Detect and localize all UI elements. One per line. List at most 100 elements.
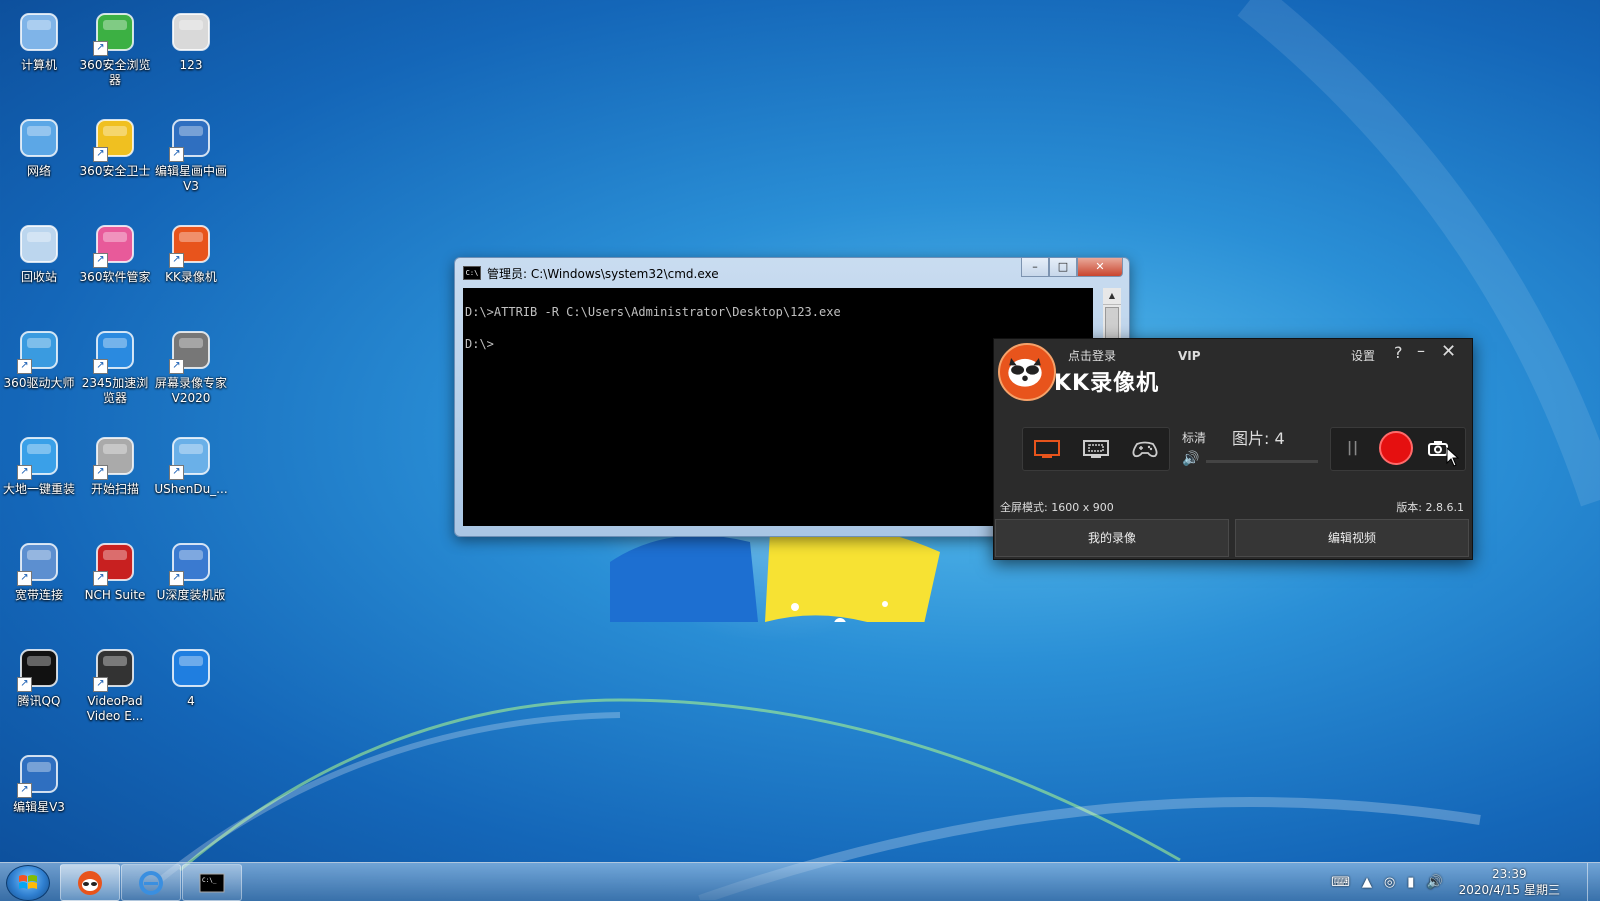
volume-icon[interactable]: 🔊: [1182, 451, 1199, 467]
desktop-icon-label: 编辑星画中画V3: [154, 164, 227, 193]
desktop-icon[interactable]: 网络: [0, 110, 78, 179]
keyboard-icon[interactable]: ⌨: [1331, 875, 1350, 890]
desktop-icon[interactable]: ↗ 360安全卫士: [76, 110, 154, 179]
edit-video-button[interactable]: 编辑视频: [1235, 519, 1469, 557]
desktop-icon-label: 网络: [26, 164, 51, 178]
clock[interactable]: 23:39 2020/4/15 星期三: [1459, 866, 1560, 898]
tray-expand-icon[interactable]: ▲: [1362, 875, 1372, 890]
taskbar-kk-recorder[interactable]: [60, 864, 120, 901]
shortcut-arrow-icon: ↗: [169, 359, 184, 374]
taskbar-ie[interactable]: [121, 864, 181, 901]
desktop-icon-label: 宽带连接: [14, 588, 63, 602]
ushendu-icon: ↗: [167, 432, 215, 480]
desktop-icon[interactable]: ↗ 屏幕录像专家V2020: [152, 322, 230, 406]
desktop-icon-label: NCH Suite: [84, 588, 146, 602]
desktop-icon[interactable]: 计算机: [0, 4, 78, 73]
desktop-icon-label: 360安全浏览器: [79, 58, 151, 87]
videopad-icon: ↗: [91, 644, 139, 692]
desktop-icon[interactable]: ↗ 编辑星画中画V3: [152, 110, 230, 194]
signal-icon[interactable]: ▮: [1407, 875, 1414, 890]
minimize-button[interactable]: –: [1021, 258, 1049, 277]
start-button[interactable]: [6, 865, 50, 901]
game-mode-icon[interactable]: [1130, 437, 1160, 461]
desktop-icon[interactable]: 123: [152, 4, 230, 73]
minimize-icon[interactable]: –: [1417, 341, 1425, 360]
taskbar-cmd[interactable]: C:\_: [182, 864, 242, 901]
network-tray-icon[interactable]: ◎: [1384, 875, 1395, 890]
desktop-icon[interactable]: ↗ NCH Suite: [76, 534, 154, 603]
clock-time: 23:39: [1492, 867, 1527, 881]
scroll-up-icon[interactable]: ▲: [1103, 288, 1121, 305]
help-button[interactable]: ?: [1394, 343, 1403, 362]
shortcut-arrow-icon: ↗: [17, 677, 32, 692]
shortcut-arrow-icon: ↗: [93, 571, 108, 586]
security-360-icon: ↗: [91, 114, 139, 162]
region-mode-icon[interactable]: [1081, 437, 1111, 461]
cmd-titlebar[interactable]: C:\ 管理员: C:\Windows\system32\cmd.exe: [463, 264, 719, 282]
network-icon: [15, 114, 63, 162]
desktop-icon-label: 大地一键重装: [2, 482, 75, 496]
desktop-icon[interactable]: ↗ 大地一键重装: [0, 428, 78, 497]
desktop-icon[interactable]: ↗ VideoPad Video E...: [76, 640, 154, 724]
shortcut-arrow-icon: ↗: [169, 465, 184, 480]
quality-selector[interactable]: 标清: [1182, 429, 1206, 446]
shortcut-arrow-icon: ↗: [93, 359, 108, 374]
desktop-icon[interactable]: ↗ UShenDu_...: [152, 428, 230, 497]
vip-badge[interactable]: VIP: [1178, 349, 1201, 363]
shortcut-arrow-icon: ↗: [169, 147, 184, 162]
cmd-taskbar-icon: C:\_: [199, 873, 225, 893]
desktop-icon[interactable]: ↗ 腾讯QQ: [0, 640, 78, 709]
desktop-icon-label: UShenDu_...: [154, 482, 228, 496]
system-tray: ⌨ ▲ ◎ ▮ 🔊 23:39 2020/4/15 星期三: [1325, 863, 1600, 901]
desktop-icon[interactable]: 回收站: [0, 216, 78, 285]
shortcut-arrow-icon: ↗: [169, 571, 184, 586]
version-text: 版本: 2.8.6.1: [1396, 501, 1464, 514]
ie-browser-icon: [139, 871, 163, 895]
settings-button[interactable]: 设置: [1351, 347, 1375, 364]
pause-icon[interactable]: | |: [1347, 440, 1358, 456]
show-desktop-button[interactable]: [1587, 863, 1600, 901]
desktop-icon[interactable]: ↗ 360安全浏览器: [76, 4, 154, 88]
desktop-icon[interactable]: ↗ U深度装机版: [152, 534, 230, 603]
console-line: D:\>ATTRIB -R C:\Users\Administrator\Des…: [465, 305, 841, 319]
desktop-icon-label: U深度装机版: [156, 588, 226, 602]
cmd-title-text: 管理员: C:\Windows\system32\cmd.exe: [487, 266, 719, 281]
desktop-icon-label: 开始扫描: [90, 482, 139, 496]
volume-slider[interactable]: [1206, 460, 1318, 463]
my-recordings-button[interactable]: 我的录像: [995, 519, 1229, 557]
browser-2345-icon: ↗: [91, 326, 139, 374]
desktop-icon-label: 编辑星V3: [13, 800, 65, 814]
desktop-icon[interactable]: 4: [152, 640, 230, 709]
desktop-icon-label: 360安全卫士: [79, 164, 151, 178]
capture-mode-group: [1022, 427, 1170, 471]
login-link[interactable]: 点击登录: [1068, 347, 1116, 364]
close-button[interactable]: ✕: [1077, 258, 1123, 277]
desktop-icon[interactable]: ↗ KK录像机: [152, 216, 230, 285]
desktop-icon[interactable]: ↗ 宽带连接: [0, 534, 78, 603]
maximize-button[interactable]: □: [1049, 258, 1077, 277]
shortcut-arrow-icon: ↗: [93, 677, 108, 692]
desktop-icon[interactable]: ↗ 360驱动大师: [0, 322, 78, 391]
kk-logo-icon: [998, 343, 1056, 401]
fullscreen-mode-icon[interactable]: [1032, 437, 1062, 461]
scan-icon: ↗: [91, 432, 139, 480]
desktop-icon[interactable]: ↗ 编辑星V3: [0, 746, 78, 815]
record-button[interactable]: [1379, 431, 1413, 465]
desktop-icon[interactable]: ↗ 开始扫描: [76, 428, 154, 497]
mouse-cursor-icon: [1446, 447, 1460, 467]
speaker-icon[interactable]: 🔊: [1426, 875, 1442, 890]
computer-icon: [15, 8, 63, 56]
dadi-reinstall-icon: ↗: [15, 432, 63, 480]
desktop-icon[interactable]: ↗ 2345加速浏览器: [76, 322, 154, 406]
scroll-thumb[interactable]: [1105, 307, 1119, 339]
desktop-icon-label: 360驱动大师: [3, 376, 75, 390]
kk-recorder-window[interactable]: 点击登录 VIP KK录像机 设置 ? – ✕ 标清 图片: 4 🔊 | | 全…: [993, 338, 1473, 560]
desktop-icon-label: VideoPad Video E...: [86, 694, 144, 723]
desktop-icon-label: 回收站: [20, 270, 57, 284]
qq-icon: ↗: [15, 644, 63, 692]
software-manager-icon: ↗: [91, 220, 139, 268]
svg-text:C:\_: C:\_: [202, 877, 217, 884]
desktop-icon[interactable]: ↗ 360软件管家: [76, 216, 154, 285]
desktop-icon-label: 屏幕录像专家V2020: [154, 376, 227, 405]
close-icon[interactable]: ✕: [1441, 341, 1456, 362]
